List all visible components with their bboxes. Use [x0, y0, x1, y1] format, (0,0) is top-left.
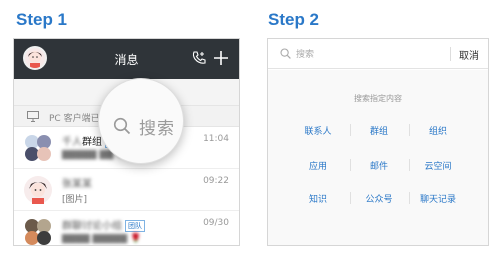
chat-name-blurred: 千人 [62, 137, 82, 148]
divider [450, 47, 451, 61]
chat-name-visible: 群组 [82, 137, 102, 148]
search-input[interactable]: 搜索 [296, 47, 314, 60]
chat-name-blurred: 群聊讨论小组 [62, 221, 122, 232]
step1-screen: 消息 PC 客户端已登录 千人群组团队 ▇▇▇▇▇ ▇▇ 😜 11:04 [13, 38, 240, 246]
chat-name: 群聊讨论小组 团队 [62, 217, 145, 232]
cancel-button[interactable]: 取消 [459, 47, 479, 62]
group-avatar [25, 135, 51, 161]
chat-time: 09:22 [203, 176, 229, 186]
plus-icon[interactable] [212, 49, 230, 67]
step2-title: Step 2 [268, 10, 320, 29]
category-apps[interactable]: 应用 [288, 159, 348, 172]
step2-screen: 搜索 取消 搜索指定内容 联系人 群组 组织 应用 邮件 云空间 知识 公众号 … [267, 38, 489, 246]
chat-list-item[interactable]: 张某某 [图片] 09:22 [14, 170, 239, 211]
chat-time: 09/30 [203, 218, 229, 228]
team-badge: 团队 [125, 220, 145, 232]
chat-time: 11:04 [203, 134, 229, 144]
add-call-icon[interactable] [191, 50, 207, 66]
category-chat-history[interactable]: 聊天记录 [408, 192, 468, 205]
category-groups[interactable]: 群组 [349, 124, 409, 137]
category-mail[interactable]: 邮件 [349, 159, 409, 172]
category-knowledge[interactable]: 知识 [288, 192, 348, 205]
search-magnifier-callout[interactable]: 搜索 [98, 78, 184, 164]
search-bar: 搜索 取消 [268, 39, 488, 69]
contact-avatar [24, 176, 52, 204]
search-icon [280, 48, 291, 59]
category-official-accounts[interactable]: 公众号 [349, 192, 409, 205]
chat-name-blurred: 张某某 [62, 179, 92, 190]
step1-title: Step 1 [16, 10, 68, 29]
search-label: 搜索 [139, 119, 175, 139]
category-organization[interactable]: 组织 [408, 124, 468, 137]
chat-list-item[interactable]: 群聊讨论小组 团队 ▇▇▇▇ ▇▇▇▇▇ 🌹 09/30 [14, 212, 239, 245]
group-avatar [25, 219, 51, 245]
chat-preview-blurred: ▇▇▇▇ ▇▇▇▇▇ 🌹 [62, 234, 142, 244]
category-contacts[interactable]: 联系人 [288, 124, 348, 137]
search-category-panel: 搜索指定内容 联系人 群组 组织 应用 邮件 云空间 知识 公众号 聊天记录 [268, 70, 488, 245]
monitor-icon [27, 111, 39, 122]
chat-preview: [图片] [62, 195, 88, 205]
message-header: 消息 [14, 39, 239, 79]
search-scope-heading: 搜索指定内容 [354, 94, 402, 103]
search-icon [113, 117, 131, 135]
category-cloud-space[interactable]: 云空间 [408, 159, 468, 172]
